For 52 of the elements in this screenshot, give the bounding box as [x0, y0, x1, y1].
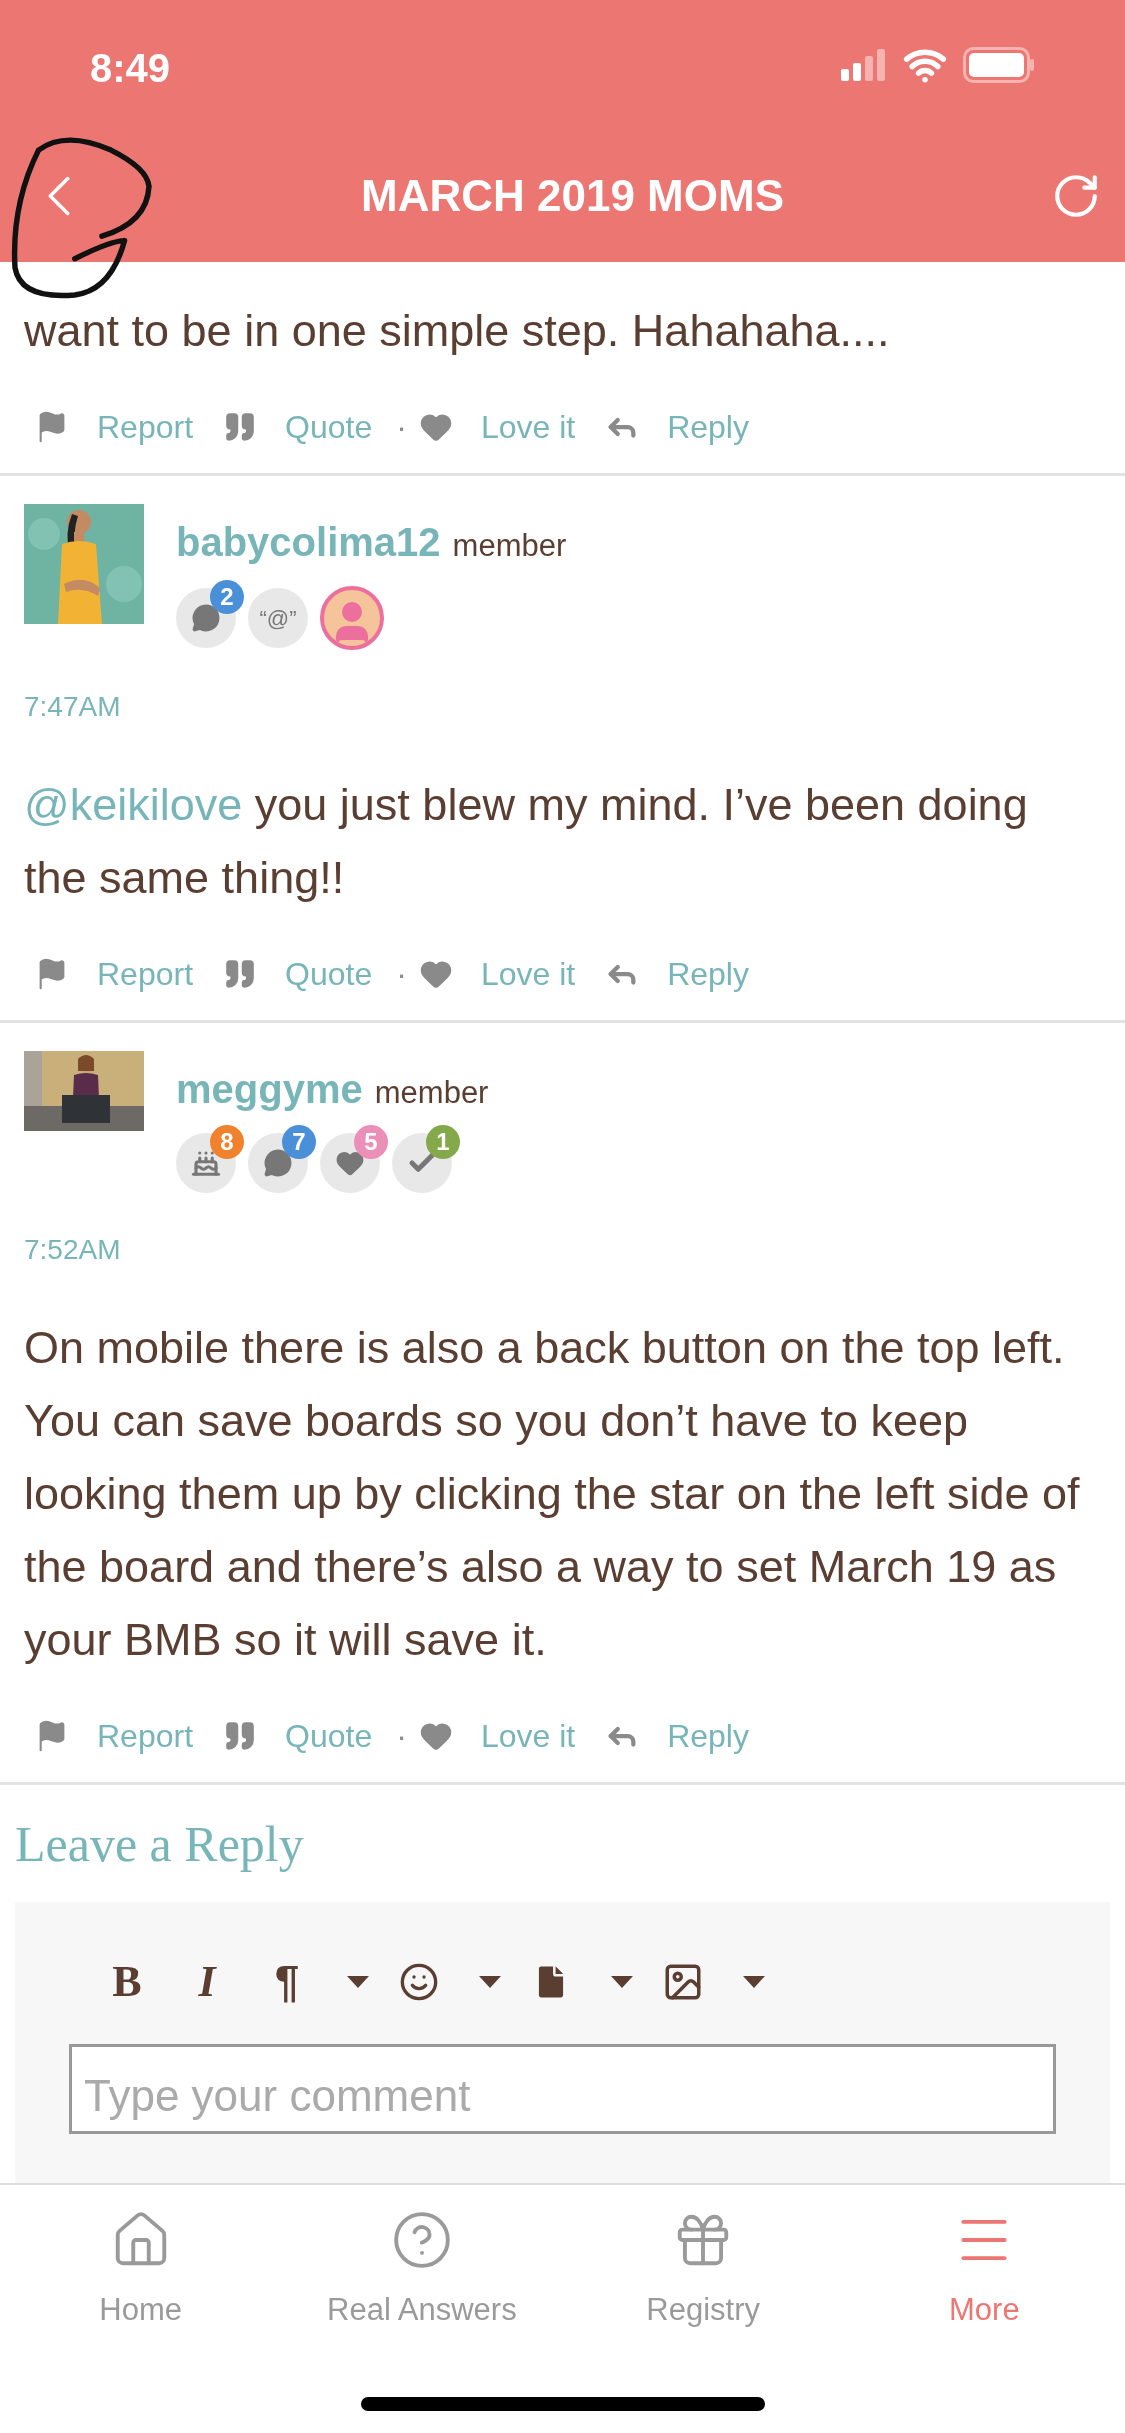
count-badge: 2	[210, 580, 244, 614]
post-text: want to be in one simple step. Hahahaha....	[23, 304, 891, 358]
tab-item[interactable]: Real Answers	[296, 2209, 547, 2334]
smiley-icon	[399, 1962, 439, 2002]
count-badge: 1	[426, 1125, 460, 1159]
username[interactable]: babycolima12	[176, 512, 441, 572]
speech-bubble-icon	[263, 1148, 293, 1178]
reply-link[interactable]: Reply	[605, 950, 749, 998]
mention-symbol: “@”	[259, 604, 297, 633]
separator-dot: ·	[396, 408, 407, 447]
love-link[interactable]: Love it	[418, 950, 576, 998]
dropdown-caret-icon[interactable]	[347, 1976, 369, 1988]
quote-link[interactable]: Quote	[223, 403, 373, 451]
report-link[interactable]: Report	[35, 950, 194, 998]
separator-dot: ·	[396, 955, 407, 994]
bold-button[interactable]: B	[97, 1949, 157, 2015]
paragraph-button[interactable]: ¶	[257, 1949, 317, 2015]
status-time: 8:49	[90, 45, 171, 92]
post-time: 7:47AM	[23, 690, 122, 724]
report-link[interactable]: Report	[35, 1712, 194, 1760]
tab-item[interactable]: Home	[15, 2209, 266, 2334]
post-text: On mobile there is also a back button on the top left. You can save boards so you don’t have to keep looking them up by clicking the star on the left side of the board and there’s also a way to set March 19 as your BMB so it will save it.	[23, 1321, 1081, 1667]
report-link[interactable]: Report	[35, 403, 194, 451]
count-badge: 5	[354, 1125, 388, 1159]
tab-item[interactable]: More	[859, 2209, 1110, 2334]
quote-link[interactable]: Quote	[223, 1712, 373, 1760]
quote-link[interactable]: Quote	[223, 950, 373, 998]
dropdown-caret-icon[interactable]	[743, 1976, 765, 1988]
reply-link[interactable]: Reply	[605, 1712, 749, 1760]
reply-link[interactable]: Reply	[605, 403, 749, 451]
page-title: MARCH 2019 MOMS	[361, 170, 784, 222]
love-link[interactable]: Love it	[418, 1712, 576, 1760]
mention-link[interactable]: @keikilove	[24, 779, 243, 830]
tab-item[interactable]: Registry	[578, 2209, 829, 2334]
count-badge: 8	[210, 1125, 244, 1159]
avatar-badge-icon	[320, 586, 384, 650]
battery-icon	[963, 47, 1035, 83]
post-time: 7:52AM	[23, 1233, 122, 1267]
count-badge: 7	[282, 1125, 316, 1159]
post-text: @keikilove you just blew my mind. I’ve been doing the same thing!!	[23, 778, 1029, 905]
member-role: member	[374, 1074, 489, 1112]
italic-button[interactable]: I	[177, 1949, 237, 2015]
signal-icon	[841, 49, 887, 81]
leave-reply-heading: Leave a Reply	[14, 1815, 305, 1874]
dropdown-caret-icon[interactable]	[479, 1976, 501, 1988]
member-role: member	[452, 527, 567, 565]
username[interactable]: meggyme	[176, 1059, 363, 1119]
speech-bubble-icon	[191, 603, 221, 633]
love-link[interactable]: Love it	[418, 403, 576, 451]
separator-dot: ·	[396, 1717, 407, 1756]
comment-field[interactable]: Type your comment	[69, 2044, 1056, 2134]
dropdown-caret-icon[interactable]	[611, 1976, 633, 1988]
